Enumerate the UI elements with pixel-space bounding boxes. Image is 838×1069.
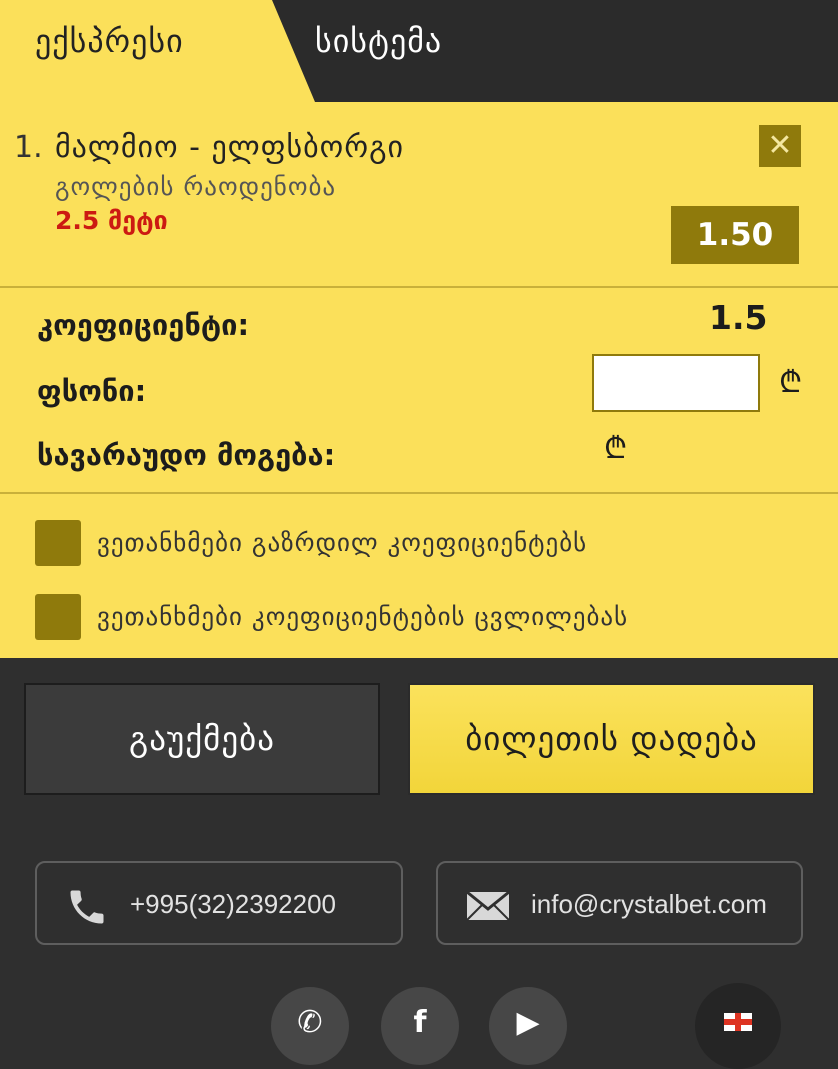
coefficient-value: 1.5 bbox=[709, 298, 768, 337]
bet-odd: 1.50 bbox=[671, 206, 799, 264]
win-currency-icon: ₾ bbox=[604, 431, 628, 466]
phone-number: +995(32)2392200 bbox=[130, 889, 337, 919]
divider bbox=[0, 492, 838, 494]
bet-selection: 2.5 მეტი bbox=[55, 206, 168, 235]
email-contact[interactable]: info@crystalbet.com bbox=[436, 861, 803, 945]
place-bet-button[interactable]: ბილეთის დადება bbox=[408, 683, 815, 795]
tab-express[interactable]: ექსპრესი bbox=[0, 0, 315, 102]
email-address: info@crystalbet.com bbox=[531, 889, 767, 919]
option-label-odds-change: ვეთანხმები კოეფიციენტების ცვლილებას bbox=[97, 602, 629, 631]
stake-input[interactable] bbox=[592, 354, 760, 412]
tab-system[interactable]: სისტემა bbox=[290, 0, 838, 102]
tab-express-label: ექსპრესი bbox=[35, 22, 184, 60]
bet-match-name: მალმიო - ელფსბორგი bbox=[55, 130, 405, 165]
phone-contact[interactable]: +995(32)2392200 bbox=[35, 861, 403, 945]
facebook-icon: f bbox=[413, 1005, 427, 1040]
youtube-button[interactable]: ▶ bbox=[489, 987, 567, 1065]
potential-win-label: სავარაუდო მოგება: bbox=[37, 438, 336, 472]
checkbox-increased-odds[interactable] bbox=[35, 520, 81, 566]
close-icon[interactable]: ✕ bbox=[759, 125, 801, 167]
facebook-button[interactable]: f bbox=[381, 987, 459, 1065]
tab-system-label: სისტემა bbox=[315, 22, 443, 60]
bet-item: 1. მალმიო - ელფსბორგი გოლების რაოდენობა … bbox=[0, 102, 838, 286]
call-social-button[interactable]: ✆ bbox=[271, 987, 349, 1065]
bet-market: გოლების რაოდენობა bbox=[55, 172, 337, 201]
bet-index: 1. bbox=[14, 130, 43, 165]
stake-label: ფსონი: bbox=[37, 374, 147, 408]
mail-icon bbox=[466, 890, 510, 921]
cancel-button[interactable]: გაუქმება bbox=[24, 683, 380, 795]
coefficient-label: კოეფიციენტი: bbox=[37, 308, 250, 342]
stake-currency-icon: ₾ bbox=[779, 365, 803, 400]
checkbox-odds-change[interactable] bbox=[35, 594, 81, 640]
phone-icon bbox=[70, 890, 104, 924]
option-label-increased-odds: ვეთანხმები გაზრდილ კოეფიციენტებს bbox=[97, 528, 588, 557]
bet-summary: კოეფიციენტი: 1.5 ფსონი: ₾ სავარაუდო მოგე… bbox=[0, 288, 838, 492]
language-button[interactable] bbox=[695, 983, 781, 1069]
bet-type-tabs: ექსპრესი სისტემა bbox=[0, 0, 838, 102]
georgia-flag-icon bbox=[724, 1013, 752, 1031]
call-icon: ✆ bbox=[297, 1005, 323, 1040]
youtube-icon: ▶ bbox=[516, 1005, 540, 1040]
betslip-panel: 1. მალმიო - ელფსბორგი გოლების რაოდენობა … bbox=[0, 102, 838, 658]
